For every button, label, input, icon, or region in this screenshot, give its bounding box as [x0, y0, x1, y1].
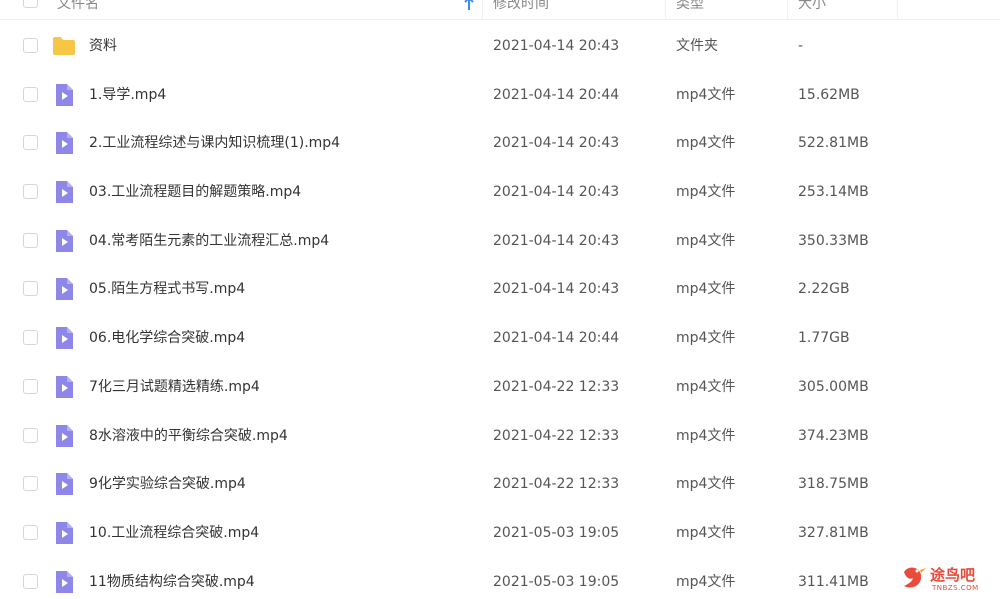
file-type: mp4文件	[676, 427, 736, 444]
video-file-icon[interactable]	[52, 472, 76, 496]
file-size: 522.81MB	[798, 135, 869, 152]
file-name[interactable]: 2.工业流程综述与课内知识梳理(1).mp4	[89, 119, 340, 167]
watermark-logo: 途鸟吧 TNBZS.COM	[900, 562, 995, 596]
file-size: 374.23MB	[798, 427, 869, 444]
file-row[interactable]: 8水溶液中的平衡综合突破.mp4 2021-04-22 12:33 mp4文件 374…	[0, 412, 1000, 461]
file-modified-time: 2021-05-03 19:05	[493, 573, 620, 590]
file-size: 327.81MB	[798, 524, 869, 541]
file-name[interactable]: 06.电化学综合突破.mp4	[89, 314, 245, 362]
file-row[interactable]: 1.导学.mp4 2021-04-14 20:44 mp4文件 15.62MB	[0, 71, 1000, 120]
row-checkbox[interactable]	[23, 281, 38, 297]
file-row[interactable]: 11物质结构综合突破.mp4 2021-05-03 19:05 mp4文件 311.4…	[0, 558, 1000, 599]
file-type: mp4文件	[676, 524, 736, 541]
file-size: -	[798, 38, 804, 54]
file-list: 资料 2021-04-14 20:43 文件夹 - 1.导学.mp4 2021-04-14…	[0, 22, 1000, 599]
file-modified-time: 2021-04-14 20:43	[493, 281, 620, 298]
file-name[interactable]: 资料	[89, 22, 117, 70]
file-list-page: 文件名 修改时间 类型 大小 资料 2021-04-14 20:43 文件夹 - 1.导…	[0, 0, 1000, 599]
video-file-icon[interactable]	[52, 424, 76, 448]
file-size: 350.33MB	[798, 232, 869, 249]
file-row[interactable]: 04.常考陌生元素的工业流程汇总.mp4 2021-04-14 20:43 mp4文…	[0, 217, 1000, 266]
video-file-icon[interactable]	[52, 180, 76, 204]
file-row[interactable]: 2.工业流程综述与课内知识梳理(1).mp4 2021-04-14 20:43 mp…	[0, 119, 1000, 168]
file-name[interactable]: 10.工业流程综合突破.mp4	[89, 509, 259, 557]
file-name[interactable]: 05.陌生方程式书写.mp4	[89, 265, 245, 313]
file-modified-time: 2021-04-22 12:33	[493, 427, 620, 444]
file-type: mp4文件	[676, 573, 736, 590]
row-checkbox[interactable]	[23, 427, 38, 443]
file-row[interactable]: 03.工业流程题目的解题策略.mp4 2021-04-14 20:43 mp4文件 2…	[0, 168, 1000, 217]
file-row[interactable]: 06.电化学综合突破.mp4 2021-04-14 20:44 mp4文件 1.77G…	[0, 314, 1000, 363]
file-size: 1.77GB	[798, 330, 850, 347]
file-modified-time: 2021-04-22 12:33	[493, 378, 620, 395]
file-row[interactable]: 资料 2021-04-14 20:43 文件夹 -	[0, 22, 1000, 71]
file-type: mp4文件	[676, 86, 736, 103]
row-checkbox[interactable]	[23, 524, 38, 540]
file-type: mp4文件	[676, 330, 736, 347]
folder-icon[interactable]	[52, 34, 76, 58]
file-name[interactable]: 9化学实验综合突破.mp4	[89, 460, 246, 508]
file-modified-time: 2021-04-14 20:43	[493, 135, 620, 152]
row-checkbox[interactable]	[23, 135, 38, 151]
file-size: 305.00MB	[798, 378, 869, 395]
column-divider	[897, 0, 899, 20]
video-file-icon[interactable]	[52, 83, 76, 107]
row-checkbox[interactable]	[23, 86, 38, 102]
file-name[interactable]: 03.工业流程题目的解题策略.mp4	[89, 168, 301, 216]
watermark-text: 途鸟吧	[930, 566, 976, 584]
file-type: 文件夹	[676, 38, 718, 54]
file-type: mp4文件	[676, 378, 736, 395]
video-file-icon[interactable]	[52, 326, 76, 350]
video-file-icon[interactable]	[52, 521, 76, 545]
sort-arrow-icon[interactable]	[463, 0, 475, 20]
file-modified-time: 2021-04-14 20:43	[493, 232, 620, 249]
file-name[interactable]: 11物质结构综合突破.mp4	[89, 558, 255, 599]
file-name[interactable]: 7化三月试题精选精练.mp4	[89, 363, 260, 411]
file-row[interactable]: 7化三月试题精选精练.mp4 2021-04-22 12:33 mp4文件 305.0…	[0, 363, 1000, 412]
file-modified-time: 2021-04-14 20:44	[493, 330, 620, 347]
video-file-icon[interactable]	[52, 570, 76, 594]
file-name[interactable]: 1.导学.mp4	[89, 71, 166, 119]
file-type: mp4文件	[676, 135, 736, 152]
file-list-header: 文件名 修改时间 类型 大小	[0, 0, 1000, 20]
column-header-name[interactable]: 文件名	[57, 0, 99, 20]
row-checkbox[interactable]	[23, 184, 38, 200]
file-size: 318.75MB	[798, 476, 869, 493]
watermark-subtext: TNBZS.COM	[932, 584, 979, 592]
column-header-modified[interactable]: 修改时间	[482, 0, 549, 20]
row-checkbox[interactable]	[23, 232, 38, 248]
row-checkbox[interactable]	[23, 378, 38, 394]
file-modified-time: 2021-04-14 20:43	[493, 38, 620, 54]
file-row[interactable]: 10.工业流程综合突破.mp4 2021-05-03 19:05 mp4文件 327.…	[0, 509, 1000, 558]
row-checkbox[interactable]	[23, 38, 38, 53]
select-all-checkbox[interactable]	[23, 0, 38, 8]
row-checkbox[interactable]	[23, 573, 38, 589]
file-name[interactable]: 04.常考陌生元素的工业流程汇总.mp4	[89, 217, 329, 265]
video-file-icon[interactable]	[52, 277, 76, 301]
row-checkbox[interactable]	[23, 330, 38, 346]
column-header-type[interactable]: 类型	[665, 0, 704, 20]
file-row[interactable]: 9化学实验综合突破.mp4 2021-04-22 12:33 mp4文件 318.75…	[0, 460, 1000, 509]
column-header-size[interactable]: 大小	[787, 0, 826, 20]
file-name[interactable]: 8水溶液中的平衡综合突破.mp4	[89, 412, 288, 460]
video-file-icon[interactable]	[52, 131, 76, 155]
file-modified-time: 2021-04-22 12:33	[493, 476, 620, 493]
file-row[interactable]: 05.陌生方程式书写.mp4 2021-04-14 20:43 mp4文件 2.22G…	[0, 265, 1000, 314]
file-size: 15.62MB	[798, 86, 860, 103]
video-file-icon[interactable]	[52, 229, 76, 253]
bird-logo-icon	[904, 567, 926, 588]
video-file-icon[interactable]	[52, 375, 76, 399]
file-size: 2.22GB	[798, 281, 850, 298]
file-modified-time: 2021-04-14 20:44	[493, 86, 620, 103]
file-type: mp4文件	[676, 281, 736, 298]
file-type: mp4文件	[676, 232, 736, 249]
file-type: mp4文件	[676, 476, 736, 493]
file-type: mp4文件	[676, 184, 736, 201]
file-modified-time: 2021-04-14 20:43	[493, 184, 620, 201]
file-modified-time: 2021-05-03 19:05	[493, 524, 620, 541]
file-size: 311.41MB	[798, 573, 869, 590]
file-size: 253.14MB	[798, 184, 869, 201]
row-checkbox[interactable]	[23, 476, 38, 492]
